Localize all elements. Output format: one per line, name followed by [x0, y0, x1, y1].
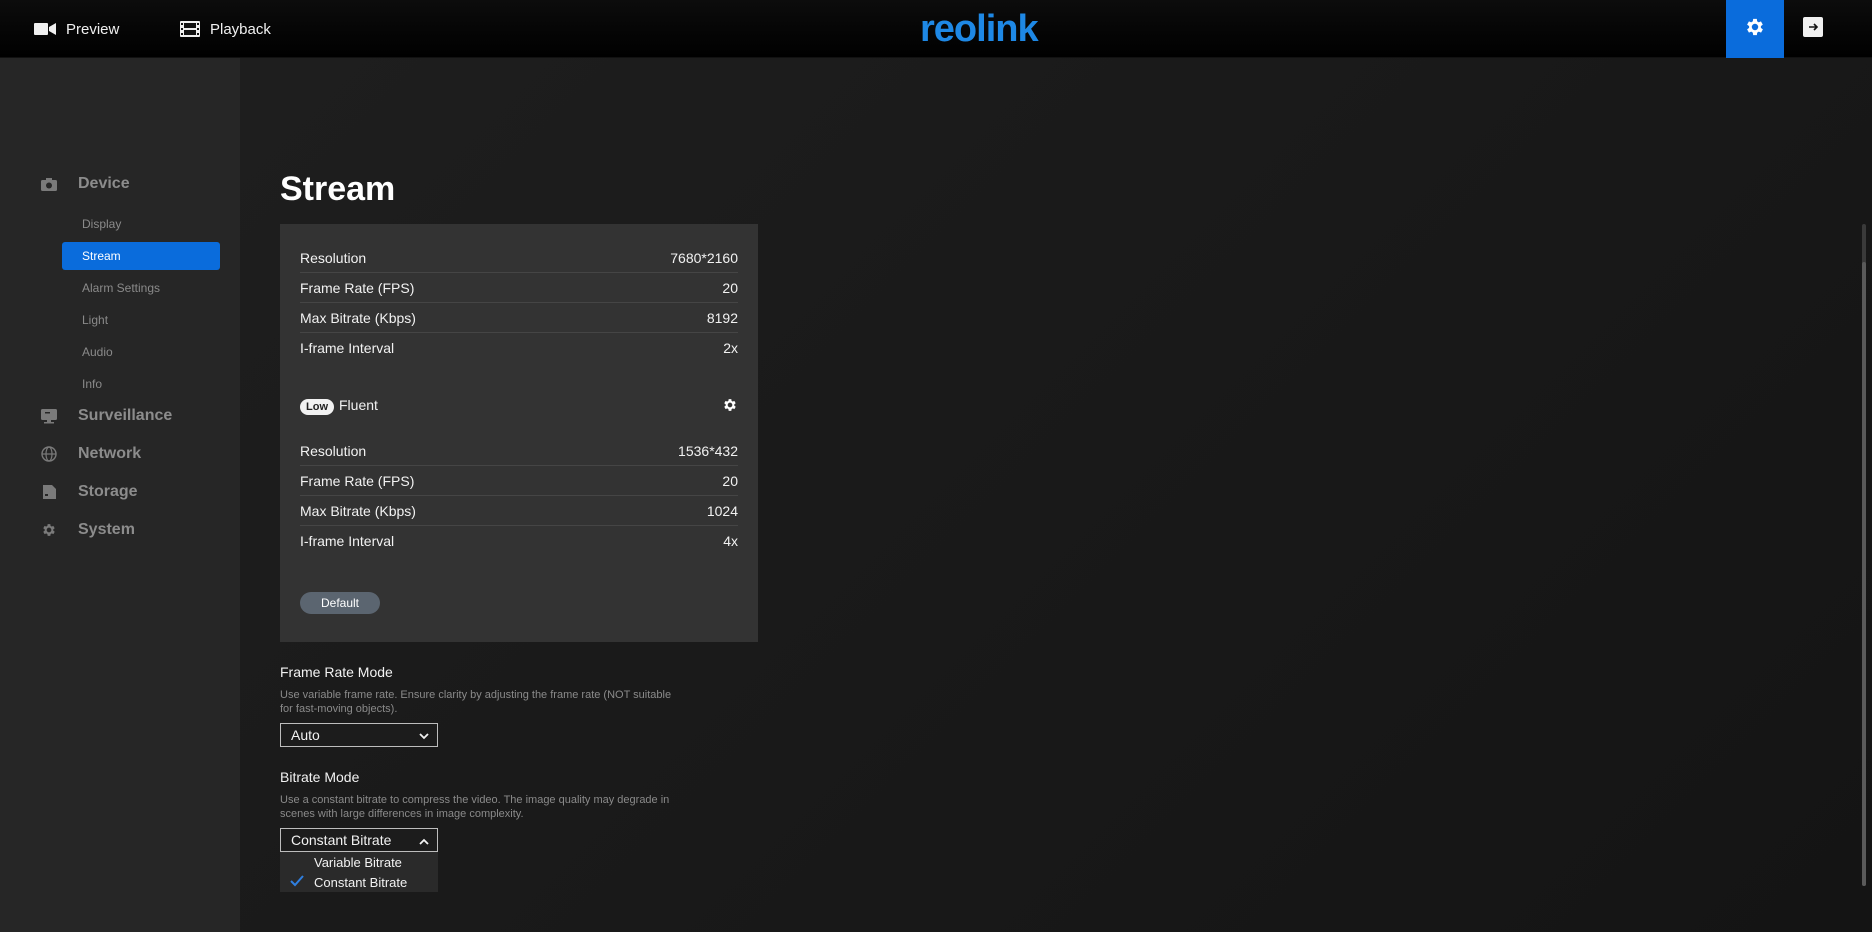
row-label: Resolution: [300, 249, 367, 266]
sidebar-group-system[interactable]: System: [40, 521, 135, 539]
stream-panel: Resolution 7680*2160 Frame Rate (FPS) 20…: [280, 224, 758, 642]
frame-rate-mode-title: Frame Rate Mode: [280, 664, 393, 680]
bitrate-mode-description: Use a constant bitrate to compress the v…: [280, 794, 670, 820]
page-title: Stream: [280, 170, 396, 208]
sidebar-group-label: Network: [78, 445, 142, 462]
default-button[interactable]: Default: [300, 592, 380, 614]
bitrate-mode-dropdown: Variable Bitrate Constant Bitrate: [280, 852, 438, 892]
main-stream-row: Frame Rate (FPS) 20: [300, 273, 738, 303]
row-label: I-frame Interval: [300, 533, 395, 549]
camera-icon: [40, 175, 58, 193]
row-label: Frame Rate (FPS): [300, 472, 415, 489]
row-value: 1024: [706, 502, 738, 519]
fluent-stream-row: I-frame Interval 4x: [300, 526, 738, 556]
row-label: Resolution: [300, 442, 367, 459]
fluent-stream-row: Resolution 1536*432: [300, 436, 738, 466]
fluent-stream-header: Low Fluent: [300, 394, 738, 418]
select-value: Auto: [291, 727, 320, 743]
fluent-label: Fluent: [339, 397, 378, 413]
sidebar-group-label: Surveillance: [78, 407, 173, 424]
row-value: 2x: [723, 340, 738, 356]
row-label: I-frame Interval: [300, 340, 395, 356]
playback-label: Playback: [210, 20, 271, 38]
film-icon: [180, 21, 200, 37]
sidebar-group-label: System: [78, 521, 135, 538]
frame-rate-mode-select[interactable]: Auto: [280, 723, 438, 747]
row-value: 7680*2160: [670, 249, 738, 266]
sidebar-group-device[interactable]: Device: [40, 175, 130, 193]
sidebar-group-label: Storage: [78, 483, 138, 500]
monitor-icon: [40, 407, 58, 425]
frame-rate-mode-description: Use variable frame rate. Ensure clarity …: [280, 689, 672, 715]
sidebar-group-surveillance[interactable]: Surveillance: [40, 407, 172, 425]
row-label: Frame Rate (FPS): [300, 279, 415, 296]
option-label: Constant Bitrate: [314, 874, 408, 890]
row-value: 8192: [706, 309, 738, 326]
row-value: 20: [722, 472, 738, 489]
gear-icon: [40, 521, 58, 539]
checkmark-icon: [290, 875, 304, 890]
low-badge: Low: [300, 399, 334, 415]
globe-icon: [40, 445, 58, 463]
main-stream-row: Resolution 7680*2160: [300, 243, 738, 273]
row-value: 20: [722, 279, 738, 296]
option-constant-bitrate[interactable]: Constant Bitrate: [280, 872, 438, 892]
scrollbar-thumb[interactable]: [1862, 262, 1866, 886]
select-value: Constant Bitrate: [291, 832, 392, 848]
sidebar-item-alarm-settings[interactable]: Alarm Settings: [62, 274, 220, 302]
fluent-stream-row: Frame Rate (FPS) 20: [300, 466, 738, 496]
top-bar: Preview Playback reolink: [0, 0, 1872, 58]
main-stream-row: I-frame Interval 2x: [300, 333, 738, 363]
fluent-stream-row: Max Bitrate (Kbps) 1024: [300, 496, 738, 526]
row-value: 1536*432: [678, 442, 738, 459]
sidebar-item-stream[interactable]: Stream: [62, 242, 220, 270]
option-label: Variable Bitrate: [314, 854, 402, 870]
chevron-down-icon: [419, 727, 429, 743]
row-value: 4x: [723, 533, 738, 549]
preview-label: Preview: [66, 20, 120, 38]
row-label: Max Bitrate (Kbps): [300, 309, 416, 326]
sidebar-group-storage[interactable]: Storage: [40, 483, 138, 501]
gear-icon: [1744, 16, 1766, 43]
bitrate-mode-select[interactable]: Constant Bitrate: [280, 828, 438, 852]
logout-button[interactable]: [1800, 0, 1826, 58]
row-label: Max Bitrate (Kbps): [300, 502, 416, 519]
sidebar-group-network[interactable]: Network: [40, 445, 141, 463]
settings-button[interactable]: [1726, 0, 1784, 58]
video-camera-icon: [34, 22, 56, 36]
option-variable-bitrate[interactable]: Variable Bitrate: [280, 852, 438, 872]
preview-nav[interactable]: Preview: [34, 0, 119, 58]
sidebar-item-light[interactable]: Light: [62, 306, 220, 334]
sidebar-item-display[interactable]: Display: [62, 210, 220, 238]
main-stream-row: Max Bitrate (Kbps) 8192: [300, 303, 738, 333]
sidebar-item-info[interactable]: Info: [62, 370, 220, 398]
logout-icon: [1803, 16, 1823, 42]
chevron-up-icon: [419, 832, 429, 848]
fluent-settings-gear-icon[interactable]: [722, 397, 738, 416]
bitrate-mode-title: Bitrate Mode: [280, 769, 360, 785]
sidebar-item-audio[interactable]: Audio: [62, 338, 220, 366]
storage-icon: [40, 483, 58, 501]
playback-nav[interactable]: Playback: [180, 0, 271, 58]
sidebar-group-label: Device: [78, 175, 130, 192]
reolink-logo: reolink: [920, 8, 1039, 50]
